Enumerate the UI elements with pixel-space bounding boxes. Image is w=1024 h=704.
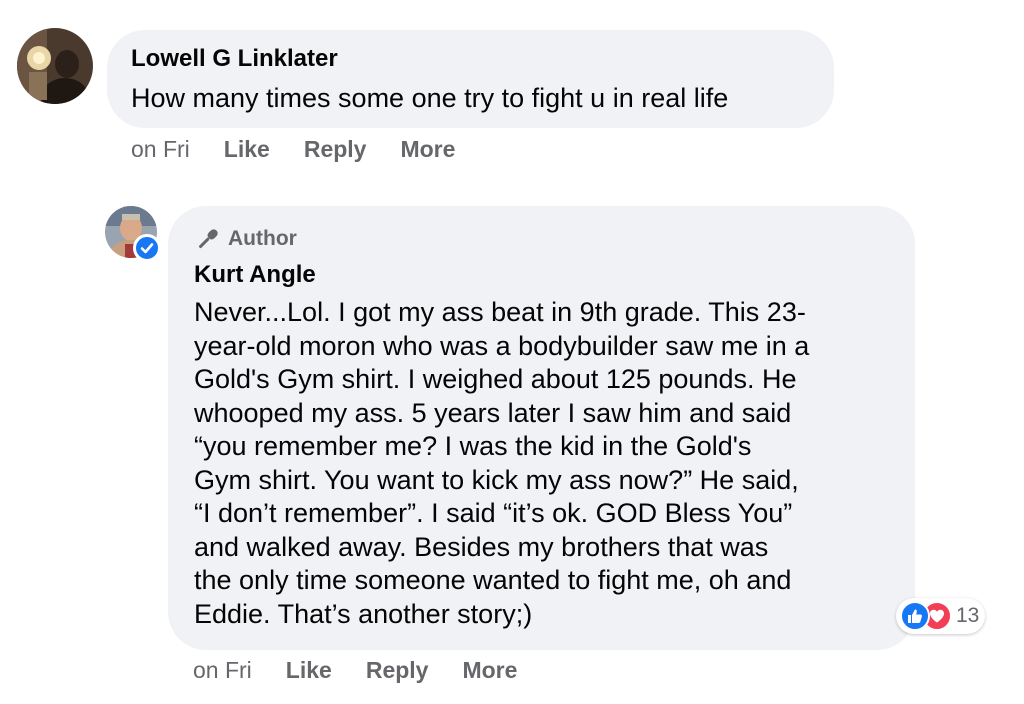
more-button[interactable]: More <box>462 657 517 684</box>
comment-text: Never...Lol. I got my ass beat in 9th gr… <box>194 296 889 631</box>
microphone-icon <box>194 225 222 253</box>
comment-text-line: and walked away. Besides my brothers tha… <box>194 531 769 562</box>
comment-text-line: “I don’t remember”. I said “it’s ok. GOD… <box>194 498 793 528</box>
like-button[interactable]: Like <box>224 136 270 163</box>
comment-author[interactable]: Kurt Angle <box>194 260 889 290</box>
reply-button[interactable]: Reply <box>366 657 429 684</box>
avatar-lowell[interactable] <box>17 28 93 104</box>
author-badge-label: Author <box>228 227 297 250</box>
comment-text-line: Eddie. That’s another story;) <box>194 598 533 629</box>
reaction-summary[interactable]: 13 <box>896 598 986 634</box>
comment-bubble: Author Kurt Angle Never...Lol. I got my … <box>168 206 915 650</box>
comment-text: How many times some one try to fight u i… <box>131 82 810 116</box>
more-button[interactable]: More <box>400 136 455 163</box>
like-button[interactable]: Like <box>286 657 332 684</box>
comment-thread: Lowell G Linklater How many times some o… <box>0 0 1024 704</box>
comment-timestamp[interactable]: on Fri <box>131 136 190 163</box>
comment-text-line: the only time someone wanted to fight me… <box>194 565 792 595</box>
author-badge: Author <box>194 224 889 254</box>
profile-photo-icon <box>17 28 93 104</box>
comment-actions: on Fri Like Reply More <box>193 657 551 684</box>
comment-text-line: “you remember me? I was the kid in the G… <box>194 431 752 461</box>
comment-text-line: Never...Lol. I got my ass beat in 9th gr… <box>194 297 806 327</box>
comment-text-line: Gym shirt. You want to kick my ass now?”… <box>194 464 799 495</box>
comment-timestamp[interactable]: on Fri <box>193 657 252 684</box>
comment-bubble: Lowell G Linklater How many times some o… <box>107 30 834 128</box>
comment-actions: on Fri Like Reply More <box>131 136 489 163</box>
reply-button[interactable]: Reply <box>304 136 367 163</box>
reaction-count: 13 <box>956 604 980 627</box>
comment-text-line: Gold's Gym shirt. I weighed about 125 po… <box>194 364 797 394</box>
comment-text-line: whooped my ass. 5 years later I saw him … <box>194 397 792 428</box>
comment-text-line: year-old moron who was a bodybuilder saw… <box>194 330 810 361</box>
comment-author[interactable]: Lowell G Linklater <box>131 44 810 74</box>
like-icon <box>900 601 930 631</box>
comment-text-line: How many times some one try to fight u i… <box>131 83 729 113</box>
verified-badge-icon <box>133 234 161 262</box>
